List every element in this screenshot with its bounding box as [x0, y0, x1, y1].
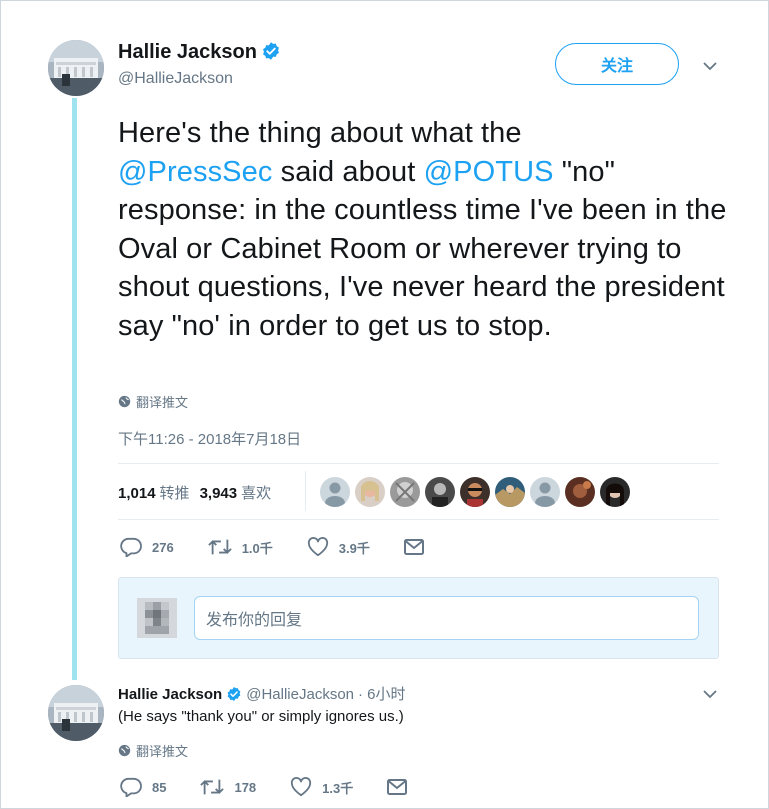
- reply-reply-action[interactable]: 85: [120, 777, 166, 797]
- verified-badge-icon: [261, 41, 281, 67]
- reply-translate-label: 翻译推文: [136, 744, 189, 759]
- heart-icon: [307, 537, 328, 557]
- tweet-actions: 276 1.0千 3.9千: [120, 537, 458, 557]
- liker-avatar[interactable]: [320, 477, 350, 507]
- thread-connector-line: [72, 98, 77, 680]
- translate-tweet-link[interactable]: 翻译推文: [118, 392, 188, 411]
- reply-retweet-action[interactable]: 178: [200, 778, 256, 796]
- liker-avatar[interactable]: [530, 477, 560, 507]
- liker-avatars: [320, 477, 630, 507]
- author-name-row[interactable]: Hallie Jackson: [118, 41, 281, 67]
- verified-badge-icon: [226, 686, 242, 706]
- like-action-count: 3.9千: [338, 540, 370, 556]
- reply-author-name[interactable]: Hallie Jackson: [118, 686, 222, 703]
- reply-input[interactable]: 发布你的回复: [194, 596, 699, 640]
- reply-icon: [120, 777, 142, 797]
- reply-like-count: 1.3千: [322, 780, 354, 796]
- stats-divider-top: [118, 463, 719, 464]
- reply-direct-message-action[interactable]: [387, 779, 408, 795]
- reply-author-avatar[interactable]: [48, 685, 104, 741]
- stats-divider-bottom: [118, 519, 719, 520]
- follow-button[interactable]: 关注: [555, 43, 679, 85]
- reply-icon: [120, 537, 142, 557]
- reply-like-action[interactable]: 1.3千: [290, 777, 353, 797]
- reply-action[interactable]: 276: [120, 537, 174, 557]
- like-count[interactable]: 3,943: [200, 485, 238, 502]
- tweet-timestamp[interactable]: 下午11:26 - 2018年7月18日: [118, 428, 301, 449]
- liker-avatar[interactable]: [600, 477, 630, 507]
- reply-text: (He says "thank you" or simply ignores u…: [118, 708, 404, 725]
- author-name[interactable]: Hallie Jackson: [118, 41, 257, 63]
- retweet-count-label: 转推: [159, 485, 190, 502]
- tweet-stats: 1,014 转推 3,943 喜欢: [118, 482, 281, 503]
- tweet-text: Here's the thing about what the @PressSec…: [118, 114, 728, 345]
- like-action[interactable]: 3.9千: [307, 537, 370, 557]
- reply-author-handle[interactable]: @HallieJackson: [246, 686, 354, 703]
- reply-time[interactable]: · 6小时: [358, 686, 406, 703]
- retweet-icon: [207, 539, 232, 555]
- envelope-icon: [403, 539, 424, 555]
- envelope-icon: [387, 779, 408, 795]
- reply-translate-link[interactable]: 翻译推文: [118, 741, 188, 760]
- globe-icon: [118, 744, 131, 757]
- tweet-text-part1: Here's the thing about what the: [118, 117, 522, 149]
- liker-avatar[interactable]: [355, 477, 385, 507]
- translate-label: 翻译推文: [136, 395, 189, 410]
- liker-avatar[interactable]: [495, 477, 525, 507]
- author-avatar[interactable]: [48, 40, 104, 96]
- heart-icon: [291, 777, 312, 797]
- chevron-down-icon[interactable]: [702, 58, 718, 79]
- liker-avatar[interactable]: [460, 477, 490, 507]
- current-user-avatar[interactable]: [137, 598, 177, 638]
- retweet-action-count: 1.0千: [241, 540, 273, 556]
- liker-avatar[interactable]: [425, 477, 455, 507]
- author-handle[interactable]: @HallieJackson: [118, 70, 233, 88]
- retweet-action[interactable]: 1.0千: [207, 538, 273, 557]
- liker-avatar[interactable]: [565, 477, 595, 507]
- reply-header: Hallie Jackson @HallieJackson · 6小时: [118, 683, 406, 706]
- like-count-label: 喜欢: [241, 485, 272, 502]
- reply-retweet-count: 178: [234, 779, 257, 795]
- reply-reply-count: 85: [152, 779, 167, 795]
- reply-count: 276: [152, 539, 174, 555]
- stats-vertical-divider: [305, 471, 306, 511]
- retweet-count[interactable]: 1,014: [118, 485, 156, 502]
- retweet-icon: [200, 779, 225, 795]
- reply-actions: 85 178 1.3千: [120, 777, 441, 797]
- mention-link-potus[interactable]: @POTUS: [424, 156, 554, 188]
- direct-message-action[interactable]: [403, 539, 424, 555]
- tweet-text-part2: said about: [272, 155, 424, 188]
- reply-chevron-down-icon[interactable]: [702, 686, 718, 707]
- liker-avatar[interactable]: [390, 477, 420, 507]
- globe-icon: [118, 395, 131, 408]
- mention-link-presssec[interactable]: @PressSec: [118, 156, 272, 188]
